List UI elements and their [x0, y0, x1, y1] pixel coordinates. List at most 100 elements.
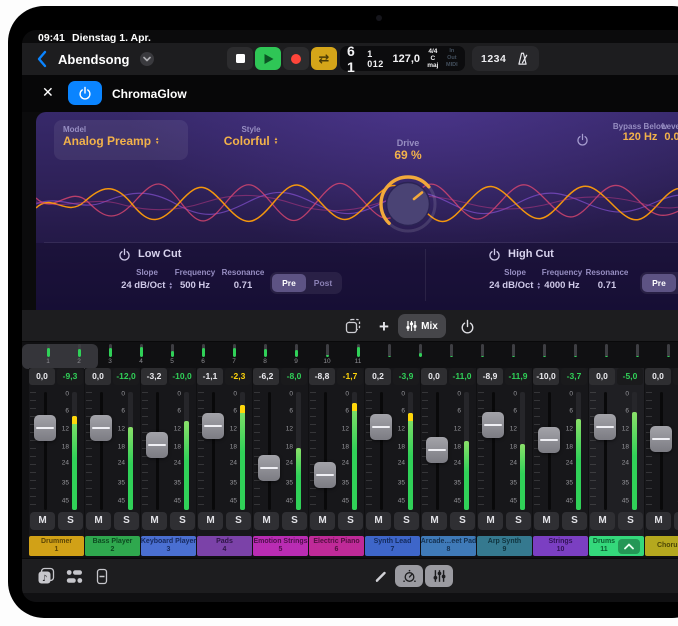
solo-button[interactable]: S [114, 512, 139, 530]
solo-button[interactable]: S [226, 512, 251, 530]
post-button[interactable]: Post [306, 274, 340, 292]
mute-button[interactable]: M [310, 512, 335, 530]
stepper-icon[interactable]: ▲▼ [155, 137, 159, 145]
track-label[interactable]: Emotion Strings5 [253, 536, 308, 556]
track-label[interactable]: Drums11 [589, 536, 644, 556]
mini-meter[interactable] [539, 344, 549, 367]
high-cut-power-button[interactable] [488, 248, 502, 262]
pan-value[interactable]: -8,8 [309, 368, 335, 385]
bypass-power-button[interactable] [576, 133, 590, 147]
solo-button[interactable]: S [450, 512, 475, 530]
mute-button[interactable]: M [198, 512, 223, 530]
level-control[interactable]: Level 0.0 [644, 122, 678, 162]
mixer-power-button[interactable] [454, 314, 480, 338]
track-label[interactable]: Synth Lead7 [365, 536, 420, 556]
pan-value[interactable]: 0,0 [85, 368, 111, 385]
mini-meter[interactable]: 7 [229, 344, 239, 367]
song-menu-button[interactable] [140, 52, 154, 66]
controls-view-button[interactable] [395, 565, 423, 587]
pan-value[interactable]: -1,1 [197, 368, 223, 385]
song-title[interactable]: Abendsong [58, 52, 130, 67]
pan-value[interactable]: -10,0 [533, 368, 559, 385]
mini-meter[interactable] [415, 344, 425, 367]
track-label[interactable]: Keyboard Player3 [141, 536, 196, 556]
mute-button[interactable]: M [366, 512, 391, 530]
low-cut-resonance[interactable]: Resonance 0.71 [213, 268, 273, 291]
close-icon[interactable]: ✕ [42, 84, 54, 101]
track-label[interactable]: Electric Piano6 [309, 536, 364, 556]
solo-button[interactable]: S [618, 512, 643, 530]
track-label[interactable]: Strings10 [533, 536, 588, 556]
track-collapse-button[interactable] [618, 539, 640, 554]
mute-button[interactable]: M [254, 512, 279, 530]
plugin-power-button[interactable] [68, 81, 102, 105]
pan-value[interactable]: -3,2 [141, 368, 167, 385]
mini-meter[interactable]: 8 [260, 344, 270, 367]
mute-button[interactable]: M [534, 512, 559, 530]
mute-button[interactable]: M [422, 512, 447, 530]
pan-value[interactable]: -6,2 [253, 368, 279, 385]
track-label[interactable]: Pads4 [197, 536, 252, 556]
mute-button[interactable]: M [478, 512, 503, 530]
loop-browser-button[interactable]: ♪ [36, 566, 56, 586]
cycle-button[interactable]: ⇄ [311, 47, 337, 70]
solo-button[interactable]: S [674, 512, 678, 530]
back-button[interactable] [36, 49, 50, 69]
pre-button[interactable]: Pre [642, 274, 676, 292]
pan-value[interactable]: 0,0 [589, 368, 615, 385]
record-button[interactable] [283, 47, 309, 70]
pre-button[interactable]: Pre [272, 274, 306, 292]
mini-meter[interactable]: 3 [105, 344, 115, 367]
mini-meter[interactable] [446, 344, 456, 367]
mini-meter[interactable]: 9 [291, 344, 301, 367]
solo-button[interactable]: S [506, 512, 531, 530]
mix-view-button[interactable]: Mix [398, 314, 446, 338]
mini-meter-selection[interactable] [22, 344, 98, 369]
mini-meter[interactable]: 6 [198, 344, 208, 367]
solo-button[interactable]: S [58, 512, 83, 530]
pan-value[interactable]: 0,0 [645, 368, 671, 385]
mixer-view-button[interactable] [425, 565, 453, 587]
stop-button[interactable] [227, 47, 253, 70]
low-cut-power-button[interactable] [118, 248, 132, 262]
mini-meter[interactable]: 2 [74, 344, 84, 367]
mini-meter[interactable] [632, 344, 642, 367]
mini-meter[interactable]: 1 [43, 344, 53, 367]
duplicate-button[interactable] [340, 314, 366, 338]
mini-meter[interactable] [663, 344, 673, 367]
browser-button[interactable] [64, 566, 84, 586]
mute-button[interactable]: M [30, 512, 55, 530]
mini-meter[interactable]: 5 [167, 344, 177, 367]
track-label[interactable]: Drummer1 [29, 536, 84, 556]
pan-value[interactable]: -8,9 [477, 368, 503, 385]
mute-button[interactable]: M [646, 512, 671, 530]
stepper-icon[interactable]: ▲▼ [274, 137, 278, 145]
style-selector[interactable]: Style Colorful▲▼ [204, 120, 298, 160]
model-selector[interactable]: Model Analog Preamp▲▼ [54, 120, 188, 160]
mute-button[interactable]: M [142, 512, 167, 530]
solo-button[interactable]: S [170, 512, 195, 530]
add-track-button[interactable]: + [372, 314, 396, 338]
track-label[interactable]: Arp Synth9 [477, 536, 532, 556]
edit-button[interactable] [371, 566, 391, 586]
solo-button[interactable]: S [338, 512, 363, 530]
pan-value[interactable]: 0,2 [365, 368, 391, 385]
mini-meter[interactable]: 4 [136, 344, 146, 367]
mini-meter[interactable] [477, 344, 487, 367]
count-in-button[interactable]: 1234 [481, 53, 506, 65]
channel-strip-button[interactable] [92, 566, 112, 586]
track-label[interactable]: Bass Player2 [85, 536, 140, 556]
mute-button[interactable]: M [86, 512, 111, 530]
solo-button[interactable]: S [394, 512, 419, 530]
pan-value[interactable]: 0,0 [421, 368, 447, 385]
track-label[interactable]: Chorus V [645, 536, 678, 556]
solo-button[interactable]: S [282, 512, 307, 530]
mini-meter[interactable] [570, 344, 580, 367]
track-label[interactable]: Arcade…eet Pad8 [421, 536, 476, 556]
mini-meter[interactable] [508, 344, 518, 367]
play-button[interactable] [255, 47, 281, 70]
mini-meter[interactable] [601, 344, 611, 367]
solo-button[interactable]: S [562, 512, 587, 530]
mini-meter[interactable]: 11 [353, 344, 363, 367]
drive-knob[interactable] [374, 170, 442, 238]
